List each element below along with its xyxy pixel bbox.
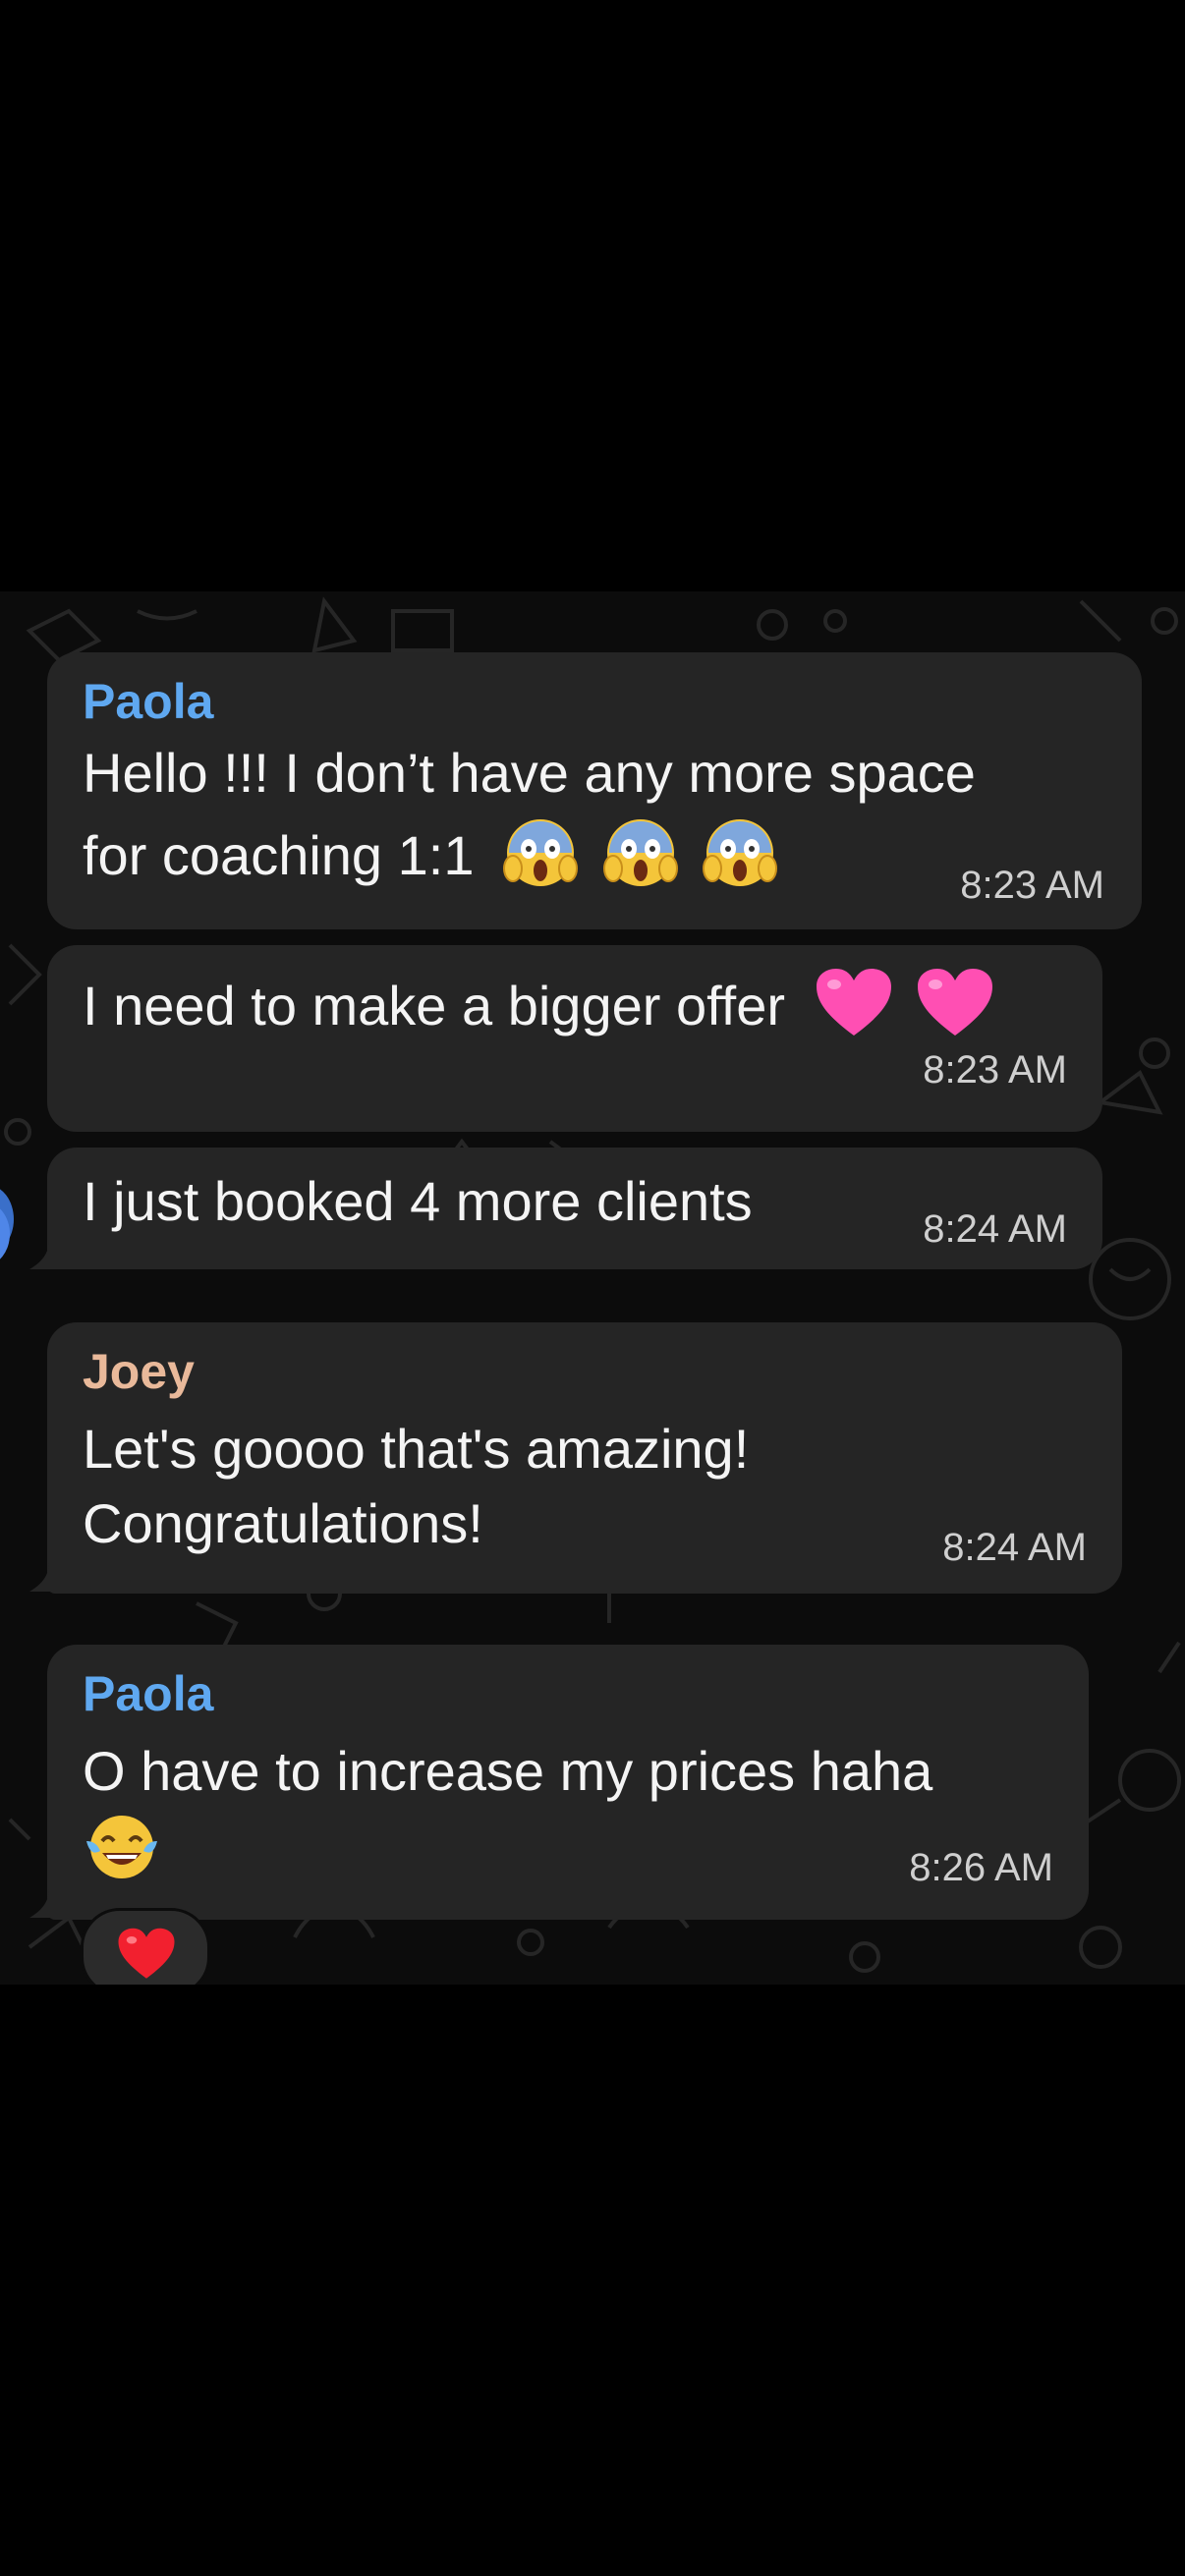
message-timestamp: 8:26 AM bbox=[909, 1846, 1053, 1889]
red-heart-icon bbox=[117, 1927, 176, 1985]
bubble-tail bbox=[29, 1240, 69, 1269]
message-text: Congratulations! bbox=[83, 1492, 483, 1554]
chat-area: Paola Hello !!! I don’t have any more sp… bbox=[0, 591, 1185, 1985]
message-bubble[interactable]: Joey Let's goooo that's amazing! Congrat… bbox=[47, 1322, 1122, 1594]
message-text: Let's goooo that's amazing! bbox=[83, 1418, 750, 1480]
message-timestamp: 8:23 AM bbox=[923, 1048, 1067, 1092]
message-timestamp: 8:24 AM bbox=[923, 1207, 1067, 1251]
face-with-tears-of-joy-icon bbox=[83, 1812, 161, 1896]
face-screaming-in-fear-icon bbox=[503, 815, 579, 904]
message-text: Hello !!! I don’t have any more space bbox=[83, 742, 976, 804]
reaction-badge[interactable] bbox=[81, 1908, 210, 1985]
face-screaming-in-fear-icon bbox=[602, 815, 678, 904]
message-text: for coaching 1:1 bbox=[83, 815, 778, 904]
sender-name: Paola bbox=[83, 1666, 214, 1721]
sender-name: Joey bbox=[83, 1344, 195, 1399]
face-screaming-in-fear-icon bbox=[703, 815, 778, 904]
message-text-line: for coaching 1:1 bbox=[83, 823, 475, 886]
message-text-line: I need to make a bigger offer bbox=[83, 974, 785, 1036]
message-text: O have to increase my prices haha bbox=[83, 1740, 933, 1802]
message-bubble[interactable]: I just booked 4 more clients 8:24 AM bbox=[47, 1148, 1102, 1269]
message-timestamp: 8:24 AM bbox=[942, 1526, 1087, 1569]
message-bubble[interactable]: I need to make a bigger offer 8:23 AM bbox=[47, 945, 1102, 1132]
message-text bbox=[83, 1812, 161, 1896]
message-bubble[interactable]: Paola O have to increase my prices haha … bbox=[47, 1645, 1089, 1920]
pink-heart-icon bbox=[815, 967, 893, 1053]
pink-heart-icon bbox=[916, 967, 994, 1053]
message-text: I just booked 4 more clients bbox=[83, 1170, 753, 1232]
message-bubble[interactable]: Paola Hello !!! I don’t have any more sp… bbox=[47, 652, 1142, 929]
message-timestamp: 8:23 AM bbox=[960, 864, 1104, 907]
bubble-tail bbox=[29, 1562, 69, 1592]
message-text: I need to make a bigger offer bbox=[83, 967, 994, 1053]
bubble-tail bbox=[29, 1888, 69, 1918]
sender-name: Paola bbox=[83, 674, 214, 729]
